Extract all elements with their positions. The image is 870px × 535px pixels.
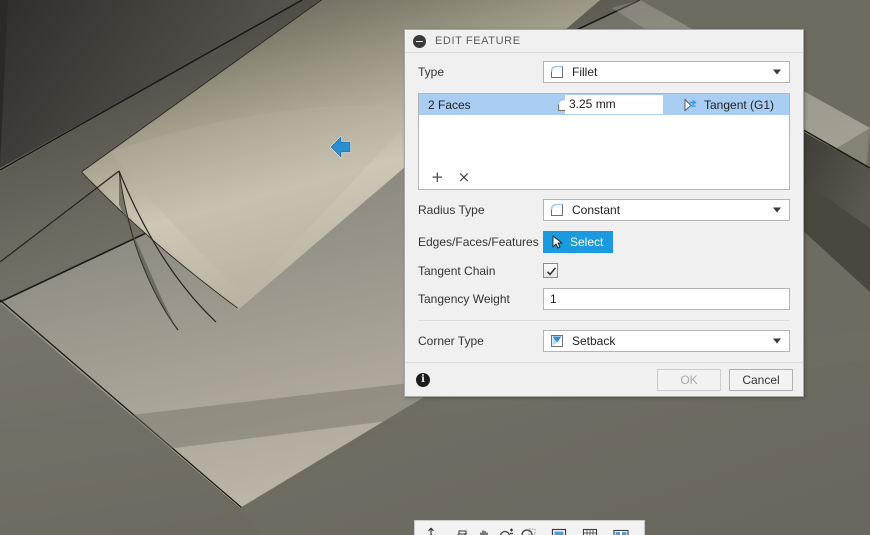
setback-icon xyxy=(549,333,565,349)
label-tangency-weight: Tangency Weight xyxy=(418,292,510,306)
row-tangent-chain: Tangent Chain xyxy=(418,263,790,278)
cursor-arrow-icon xyxy=(549,234,565,250)
viewports-icon xyxy=(612,526,629,535)
nav-orbit[interactable] xyxy=(420,523,449,535)
fillet-icon xyxy=(549,202,565,218)
label-tangent-chain: Tangent Chain xyxy=(418,263,496,278)
select-button[interactable]: Select xyxy=(543,231,614,253)
selection-list-box[interactable]: 2 Faces 3.25 mm Tangent (G1) + × xyxy=(418,93,790,190)
nav-display-settings[interactable] xyxy=(548,523,577,535)
type-combobox[interactable]: Fillet xyxy=(543,61,790,83)
tangent-chain-checkbox[interactable] xyxy=(543,263,558,278)
nav-pan[interactable] xyxy=(473,523,493,535)
row-corner-type: Corner Type Setback xyxy=(418,330,790,352)
selection-list-item[interactable]: 2 Faces 3.25 mm Tangent (G1) xyxy=(419,94,789,115)
row-tangency-weight: Tangency Weight xyxy=(418,288,790,310)
edit-feature-dialog[interactable]: EDIT FEATURE Type Fillet 2 Faces 3.25 mm… xyxy=(404,29,804,397)
selection-item-name: 2 Faces xyxy=(428,97,471,112)
selection-list-toolbar: + × xyxy=(419,165,789,189)
selection-radius-group[interactable] xyxy=(556,95,676,114)
pan-icon xyxy=(475,526,491,535)
fillet-icon xyxy=(549,64,565,80)
label-radius-type: Radius Type xyxy=(418,203,485,217)
fillet-radius-input[interactable] xyxy=(565,95,663,114)
nav-zoom[interactable] xyxy=(495,523,515,535)
orbit-icon xyxy=(422,526,438,535)
corner-type-combobox[interactable]: Setback xyxy=(543,330,790,352)
type-value: Fillet xyxy=(572,65,598,79)
nav-look-at[interactable] xyxy=(451,523,471,535)
selection-list-empty-area[interactable] xyxy=(419,115,789,165)
chevron-down-icon[interactable] xyxy=(773,207,781,213)
remove-selection-icon[interactable]: × xyxy=(458,169,471,185)
dialog-titlebar[interactable]: EDIT FEATURE xyxy=(405,30,803,53)
dialog-body: Type Fillet 2 Faces 3.25 mm Tangent (G1)… xyxy=(405,53,803,352)
row-radius-type: Radius Type Constant xyxy=(418,199,790,221)
dialog-divider xyxy=(418,320,790,321)
display-settings-icon xyxy=(550,526,567,535)
nav-viewports[interactable] xyxy=(610,523,639,535)
chevron-down-icon[interactable] xyxy=(773,69,781,75)
info-icon[interactable]: i xyxy=(416,372,430,387)
row-type: Type Fillet xyxy=(418,61,790,83)
collapse-minus-icon[interactable] xyxy=(413,34,426,48)
dialog-footer: i OK Cancel xyxy=(405,362,803,396)
label-type: Type xyxy=(418,65,445,79)
ok-button[interactable]: OK xyxy=(657,368,721,391)
dialog-title: EDIT FEATURE xyxy=(435,35,521,47)
selection-continuity-label: Tangent (G1) xyxy=(704,97,775,112)
chevron-down-icon[interactable] xyxy=(773,338,781,344)
nav-zoom-window[interactable] xyxy=(517,523,546,535)
navigation-toolbar[interactable] xyxy=(414,520,645,535)
selection-continuity-group[interactable]: Tangent (G1) xyxy=(682,97,774,113)
row-edges-faces-features: Edges/Faces/Features Select xyxy=(418,231,790,253)
label-edges-faces-features: Edges/Faces/Features xyxy=(418,235,539,249)
corner-type-value: Setback xyxy=(572,334,616,348)
checkmark-icon xyxy=(546,267,557,276)
label-corner-type: Corner Type xyxy=(418,334,484,348)
grid-snap-icon xyxy=(581,526,598,535)
select-button-label: Select xyxy=(570,235,604,249)
zoom-window-icon xyxy=(519,526,536,535)
radius-type-value: Constant xyxy=(572,203,621,217)
tangent-g1-icon xyxy=(682,97,698,113)
tangency-weight-input[interactable] xyxy=(543,288,790,310)
fusion-application-window: EDIT FEATURE Type Fillet 2 Faces 3.25 mm… xyxy=(0,0,870,535)
add-selection-icon[interactable]: + xyxy=(431,169,444,185)
cancel-button[interactable]: Cancel xyxy=(729,368,793,391)
nav-grid-snap[interactable] xyxy=(579,523,608,535)
look-at-icon xyxy=(453,526,469,535)
radius-type-combobox[interactable]: Constant xyxy=(543,199,790,221)
zoom-icon xyxy=(497,526,513,535)
